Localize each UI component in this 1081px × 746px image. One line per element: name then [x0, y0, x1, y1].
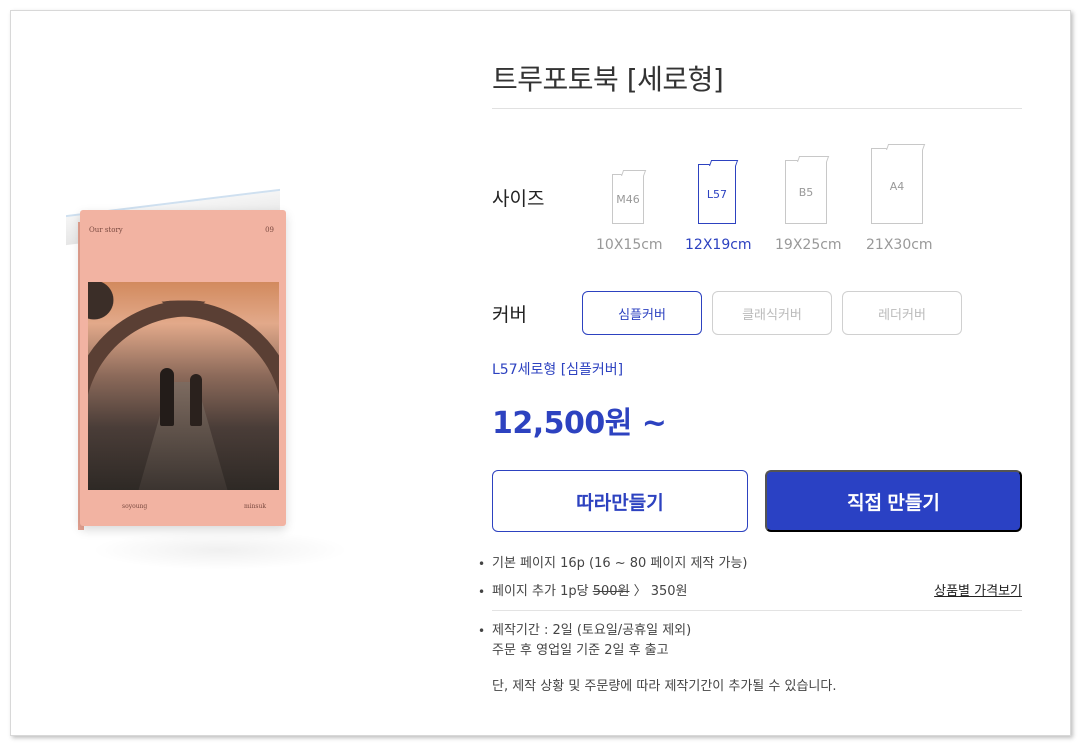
size-option-a4[interactable]: A4 21X30cm — [860, 140, 940, 260]
size-sheet-icon: B5 — [785, 160, 827, 224]
book-cover: Our story 09 soyoung minsuk — [80, 210, 286, 526]
size-sheet-icon: M46 — [612, 174, 644, 224]
cover-label: 커버 — [492, 304, 527, 326]
info-divider — [492, 610, 1022, 611]
extra-page-prefix: 페이지 추가 1p당 — [492, 584, 593, 599]
info-base-pages-text: 기본 페이지 16p (16 ~ 80 페이지 제작 가능) — [492, 556, 748, 571]
info-extra-page-price: 페이지 추가 1p당 500원 〉 350원 상품별 가격보기 — [478, 582, 1022, 602]
cover-option-simple[interactable]: 심플커버 — [582, 291, 702, 335]
book-cover-header: Our story 09 — [89, 226, 274, 234]
book-shadow — [90, 530, 350, 570]
title-divider — [492, 108, 1022, 109]
product-title: 트루포토북 [세로형] — [492, 63, 724, 96]
size-option-b5[interactable]: B5 19X25cm — [768, 140, 848, 260]
info-extra-page-text: 페이지 추가 1p당 500원 〉 350원 — [492, 582, 688, 602]
book-cover-name-right: minsuk — [243, 503, 266, 510]
book-cover-name-left: soyoung — [122, 503, 148, 510]
person-silhouette — [190, 374, 202, 426]
size-option-l57[interactable]: L57 12X19cm — [678, 140, 758, 260]
extra-page-old-price: 500원 — [592, 584, 630, 599]
book-cover-number: 09 — [265, 226, 274, 234]
shipping-timing-text: 주문 후 영업일 기준 2일 후 출고 — [492, 643, 669, 658]
selected-option-summary: L57세로형 [심플커버] — [492, 362, 624, 378]
size-code: L57 — [706, 187, 728, 201]
size-caption: 10X15cm — [596, 237, 663, 253]
person-silhouette — [160, 368, 174, 426]
book-cover-footer: soyoung minsuk — [122, 503, 266, 510]
direct-make-button[interactable]: 직접 만들기 — [765, 470, 1022, 532]
cover-option-classic[interactable]: 클래식커버 — [712, 291, 832, 335]
product-image: Our story 09 soyoung minsuk — [40, 150, 400, 630]
size-option-m46[interactable]: M46 10X15cm — [588, 140, 668, 260]
size-code: B5 — [798, 185, 814, 199]
info-production-period: 제작기간 : 2일 (토요일/공휴일 제외) 주문 후 영업일 기준 2일 후 … — [478, 621, 1022, 661]
size-code: M46 — [616, 192, 640, 206]
size-label: 사이즈 — [492, 188, 545, 210]
size-caption: 12X19cm — [685, 237, 752, 253]
extra-page-new-price: 〉 350원 — [629, 584, 688, 599]
production-period-note: 단, 제작 상황 및 주문량에 따라 제작기간이 추가될 수 있습니다. — [492, 679, 837, 694]
size-options: M46 10X15cm L57 12X19cm B5 19X25cm A4 21… — [588, 140, 948, 260]
follow-make-button[interactable]: 따라만들기 — [492, 470, 748, 532]
size-caption: 21X30cm — [866, 237, 933, 253]
book-cover-title: Our story — [89, 226, 123, 234]
cover-option-leather[interactable]: 레더커버 — [842, 291, 962, 335]
production-period-text: 제작기간 : 2일 (토요일/공휴일 제외) — [492, 623, 692, 638]
info-base-pages: 기본 페이지 16p (16 ~ 80 페이지 제작 가능) — [478, 554, 1022, 574]
product-price: 12,500원 ~ — [492, 406, 667, 441]
book-cover-photo — [88, 282, 279, 490]
size-sheet-icon: A4 — [871, 148, 923, 224]
size-caption: 19X25cm — [775, 237, 842, 253]
size-code: A4 — [889, 179, 905, 193]
product-info-list: 기본 페이지 16p (16 ~ 80 페이지 제작 가능) 페이지 추가 1p… — [478, 554, 1022, 697]
size-sheet-icon: L57 — [698, 164, 736, 224]
price-by-product-link[interactable]: 상품별 가격보기 — [934, 582, 1022, 602]
